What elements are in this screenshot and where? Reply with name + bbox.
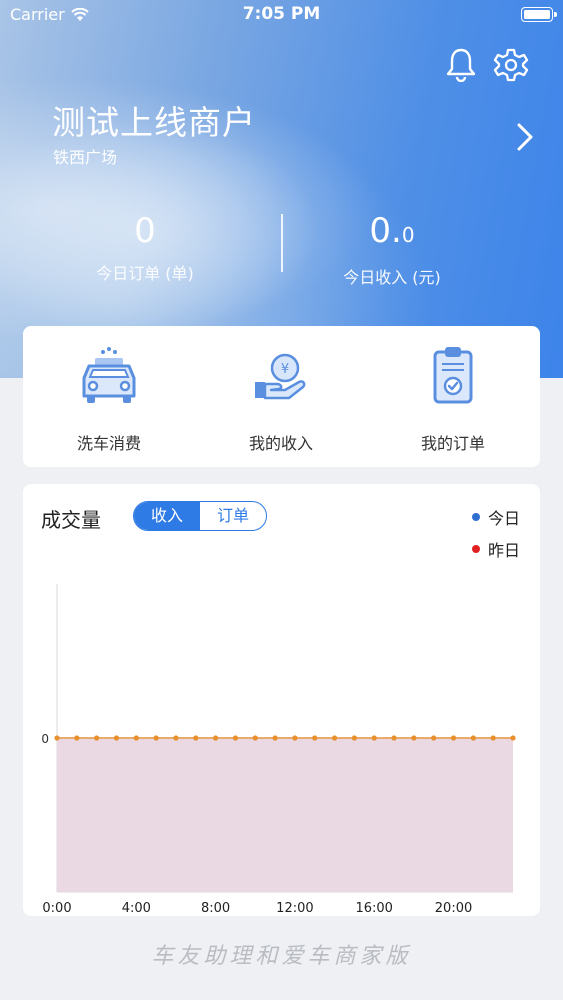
data-point <box>213 735 219 741</box>
data-point <box>113 735 120 741</box>
data-point <box>331 735 338 741</box>
x-tick-label: 12:00 <box>276 901 313 916</box>
data-point <box>470 735 476 741</box>
data-point <box>193 735 199 741</box>
data-point <box>94 735 100 741</box>
x-tick-label: 0:00 <box>42 901 71 916</box>
data-point <box>351 735 357 741</box>
data-point <box>312 735 318 741</box>
gear-icon[interactable] <box>493 47 529 83</box>
status-time: 7:05 PM <box>242 4 321 24</box>
data-point <box>490 735 496 741</box>
tab-income[interactable]: 收入 <box>134 502 200 530</box>
hand-coin-icon: ¥ <box>251 344 311 408</box>
merchant-location: 铁西广场 <box>53 148 118 167</box>
legend-today-dot <box>471 513 480 521</box>
header-banner: Carrier 7:05 PM 测试上线商户 铁西广场 0 今日订单 (单) 0… <box>0 0 563 378</box>
y-tick-label: 0 <box>41 732 49 746</box>
data-point <box>371 735 377 741</box>
car-wash-button[interactable]: 洗车消费 <box>23 344 195 454</box>
x-tick-label: 4:00 <box>122 901 151 916</box>
today-income-stat[interactable]: 0.0 今日收入 (元) <box>292 210 492 288</box>
chart-tab-switch: 收入 订单 <box>133 501 267 531</box>
clipboard-check-icon <box>423 344 483 408</box>
bell-icon[interactable] <box>443 46 479 83</box>
x-tick-label: 20:00 <box>435 901 472 916</box>
data-point <box>173 735 179 741</box>
area-fill <box>57 738 513 892</box>
today-orders-label: 今日订单 (单) <box>96 264 194 283</box>
data-point <box>411 735 417 741</box>
merchant-name: 测试上线商户 <box>52 103 256 142</box>
chart-title: 成交量 <box>41 508 101 532</box>
my-income-button[interactable]: ¥ 我的收入 <box>195 344 367 454</box>
data-point <box>133 735 139 741</box>
data-point <box>54 735 60 741</box>
volume-chart-card: 成交量 收入 订单 今日 昨日 0 0:00 4:00 8:00 12:00 16:00 2… <box>23 484 540 916</box>
data-point <box>272 735 278 741</box>
battery-icon <box>521 7 557 22</box>
status-bar: Carrier 7:05 PM <box>0 0 563 30</box>
x-tick-label: 16:00 <box>355 901 392 916</box>
legend-today-label: 今日 <box>487 509 520 528</box>
data-point <box>232 735 239 741</box>
today-income-label: 今日收入 (元) <box>343 268 441 287</box>
quick-actions-card: 洗车消费 ¥ 我的收入 我的订单 <box>23 326 540 467</box>
income-integer: 0. <box>369 211 402 251</box>
data-point <box>510 735 516 741</box>
today-orders-stat[interactable]: 0 今日订单 (单) <box>45 210 245 284</box>
svg-text:¥: ¥ <box>281 362 289 377</box>
my-orders-label: 我的订单 <box>420 434 485 453</box>
my-orders-button[interactable]: 我的订单 <box>367 344 539 454</box>
legend-yesterday-label: 昨日 <box>487 541 520 560</box>
data-point <box>391 735 397 741</box>
footer-slogan: 车友助理和爱车商家版 <box>151 944 412 969</box>
data-point <box>292 735 298 741</box>
chevron-right-icon[interactable] <box>515 122 535 152</box>
legend-today: 今日 <box>471 505 520 529</box>
income-decimal: 0 <box>401 223 415 247</box>
legend-yesterday-dot <box>471 545 480 553</box>
car-wash-label: 洗车消费 <box>76 434 141 453</box>
data-point <box>431 735 437 741</box>
data-point <box>252 735 258 741</box>
data-point <box>450 735 457 741</box>
today-orders-value: 0 <box>134 211 156 251</box>
tab-orders[interactable]: 订单 <box>200 502 266 530</box>
volume-line-chart: 0 0:00 4:00 8:00 12:00 16:00 20:00 <box>41 584 516 916</box>
my-income-label: 我的收入 <box>248 434 313 453</box>
data-point <box>74 735 80 741</box>
today-income-value: 0.0 <box>292 210 492 256</box>
legend-yesterday: 昨日 <box>471 537 520 561</box>
stats-divider <box>281 214 283 272</box>
x-tick-label: 8:00 <box>201 901 230 916</box>
car-wash-icon <box>79 344 139 408</box>
data-point <box>153 735 159 741</box>
